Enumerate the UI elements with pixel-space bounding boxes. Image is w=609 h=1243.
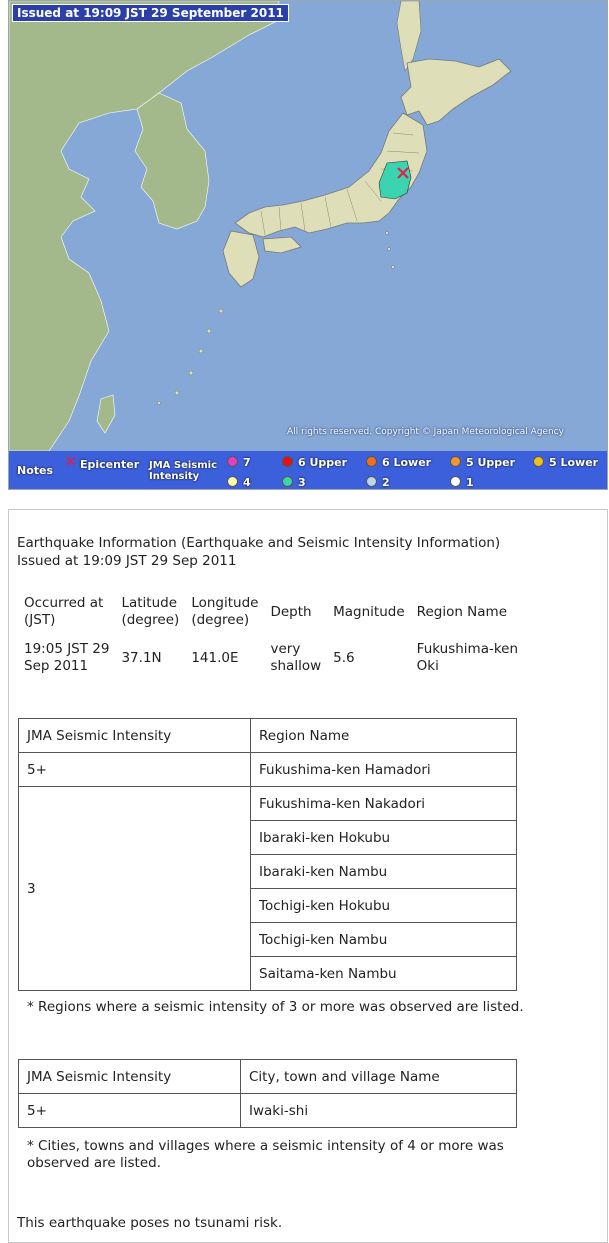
intensity-map: Issued at 19:09 JST 29 September 2011 Al…	[8, 0, 608, 490]
city-name-cell: Iwaki-shi	[240, 1093, 517, 1128]
summary-header-row: Occurred at (JST) Latitude (degree) Longit…	[18, 590, 524, 634]
legend-intensity-label-item: 5 Lower	[549, 456, 599, 469]
legend-intensity-label-item: 2	[382, 476, 390, 489]
value-depth: very shallow	[270, 641, 322, 674]
header-magnitude: Magnitude	[333, 603, 405, 620]
region-table-header: JMA Seismic Intensity Region Name	[18, 718, 517, 753]
summary-value-row: 19:05 JST 29 Sep 2011 37.1N 141.0E very sh…	[18, 634, 524, 682]
map-graphic	[9, 1, 607, 451]
city-col-city: City, town and village Name	[240, 1059, 517, 1094]
intensity-cell: 5+	[18, 752, 251, 787]
legend-intensity-swatch	[282, 476, 293, 487]
intensity-cell: 5+	[18, 1093, 241, 1128]
earthquake-summary-table: Occurred at (JST) Latitude (degree) Longit…	[18, 590, 524, 682]
legend-intensity-label-item: 5 Upper	[466, 456, 516, 469]
legend-intensity-label-item: 1	[466, 476, 474, 489]
value-magnitude: 5.6	[333, 649, 355, 666]
earthquake-info-panel: Earthquake Information (Earthquake and S…	[8, 509, 608, 1243]
map-legend: Notes ✕ Epicenter JMA Seismic Intensity …	[9, 451, 607, 489]
legend-intensity-swatch	[227, 476, 238, 487]
epicenter-icon: ✕	[64, 452, 78, 471]
legend-intensity-swatch	[533, 456, 544, 467]
intensity-cell: 3	[18, 786, 251, 991]
legend-notes-label: Notes	[17, 464, 54, 477]
legend-intensity-label-item: 3	[298, 476, 306, 489]
legend-intensity-swatch	[227, 456, 238, 467]
region-name-cell: Tochigi-ken Hokubu	[250, 888, 517, 923]
legend-intensity-label-item: 4	[243, 476, 251, 489]
table-row: 3 Fukushima-ken Nakadori	[18, 786, 517, 991]
legend-intensity-label-item: 6 Upper	[298, 456, 348, 469]
region-name-cell: Tochigi-ken Nambu	[250, 922, 517, 957]
region-name-cell: Fukushima-ken Hamadori	[250, 752, 517, 787]
value-latitude: 37.1N	[121, 649, 162, 666]
city-note: * Cities, towns and villages where a sei…	[27, 1138, 504, 1171]
region-name-cell: Fukushima-ken Nakadori	[250, 786, 517, 821]
legend-intensity-label-item: 6 Lower	[382, 456, 432, 469]
city-intensity-table: JMA Seismic Intensity City, town and vil…	[18, 1059, 517, 1128]
city-col-intensity: JMA Seismic Intensity	[18, 1059, 241, 1094]
legend-intensity-swatch	[366, 456, 377, 467]
issued-badge: Issued at 19:09 JST 29 September 2011	[12, 4, 289, 22]
table-row: 5+ Iwaki-shi	[18, 1093, 517, 1128]
value-occurred: 19:05 JST 29 Sep 2011	[24, 641, 110, 674]
header-latitude: Latitude (degree)	[121, 595, 180, 628]
region-note: * Regions where a seismic intensity of 3…	[27, 999, 524, 1015]
info-title: Earthquake Information (Earthquake and S…	[17, 535, 501, 551]
region-col-intensity: JMA Seismic Intensity	[18, 718, 251, 753]
tsunami-statement: This earthquake poses no tsunami risk.	[17, 1215, 283, 1231]
copyright-text: All rights reserved. Copyright © Japan M…	[287, 427, 564, 437]
info-issued: Issued at 19:09 JST 29 Sep 2011	[17, 553, 237, 569]
legend-intensity-swatch	[282, 456, 293, 467]
region-name-cell: Ibaraki-ken Nambu	[250, 854, 517, 889]
region-intensity-table: JMA Seismic Intensity Region Name 5+ Fuku…	[18, 718, 517, 991]
value-longitude: 141.0E	[191, 649, 239, 666]
legend-intensity-swatch	[366, 476, 377, 487]
legend-intensity-label-item: 7	[243, 456, 251, 469]
value-region: Fukushima-ken Oki	[416, 641, 519, 674]
header-longitude: Longitude (degree)	[191, 595, 259, 628]
region-name-cell: Ibaraki-ken Hokubu	[250, 820, 517, 855]
region-name-cell: Saitama-ken Nambu	[250, 956, 517, 991]
city-table-header: JMA Seismic Intensity City, town and vil…	[18, 1059, 517, 1094]
legend-intensity-swatch	[450, 456, 461, 467]
header-depth: Depth	[270, 603, 312, 620]
header-occurred: Occurred at (JST)	[24, 595, 104, 628]
legend-epicenter-label: Epicenter	[80, 458, 140, 471]
region-col-region: Region Name	[250, 718, 517, 753]
legend-intensity-label: JMA Seismic Intensity	[149, 460, 218, 482]
legend-intensity-swatch	[450, 476, 461, 487]
header-region: Region Name	[416, 603, 508, 620]
table-row: 5+ Fukushima-ken Hamadori	[18, 752, 517, 787]
